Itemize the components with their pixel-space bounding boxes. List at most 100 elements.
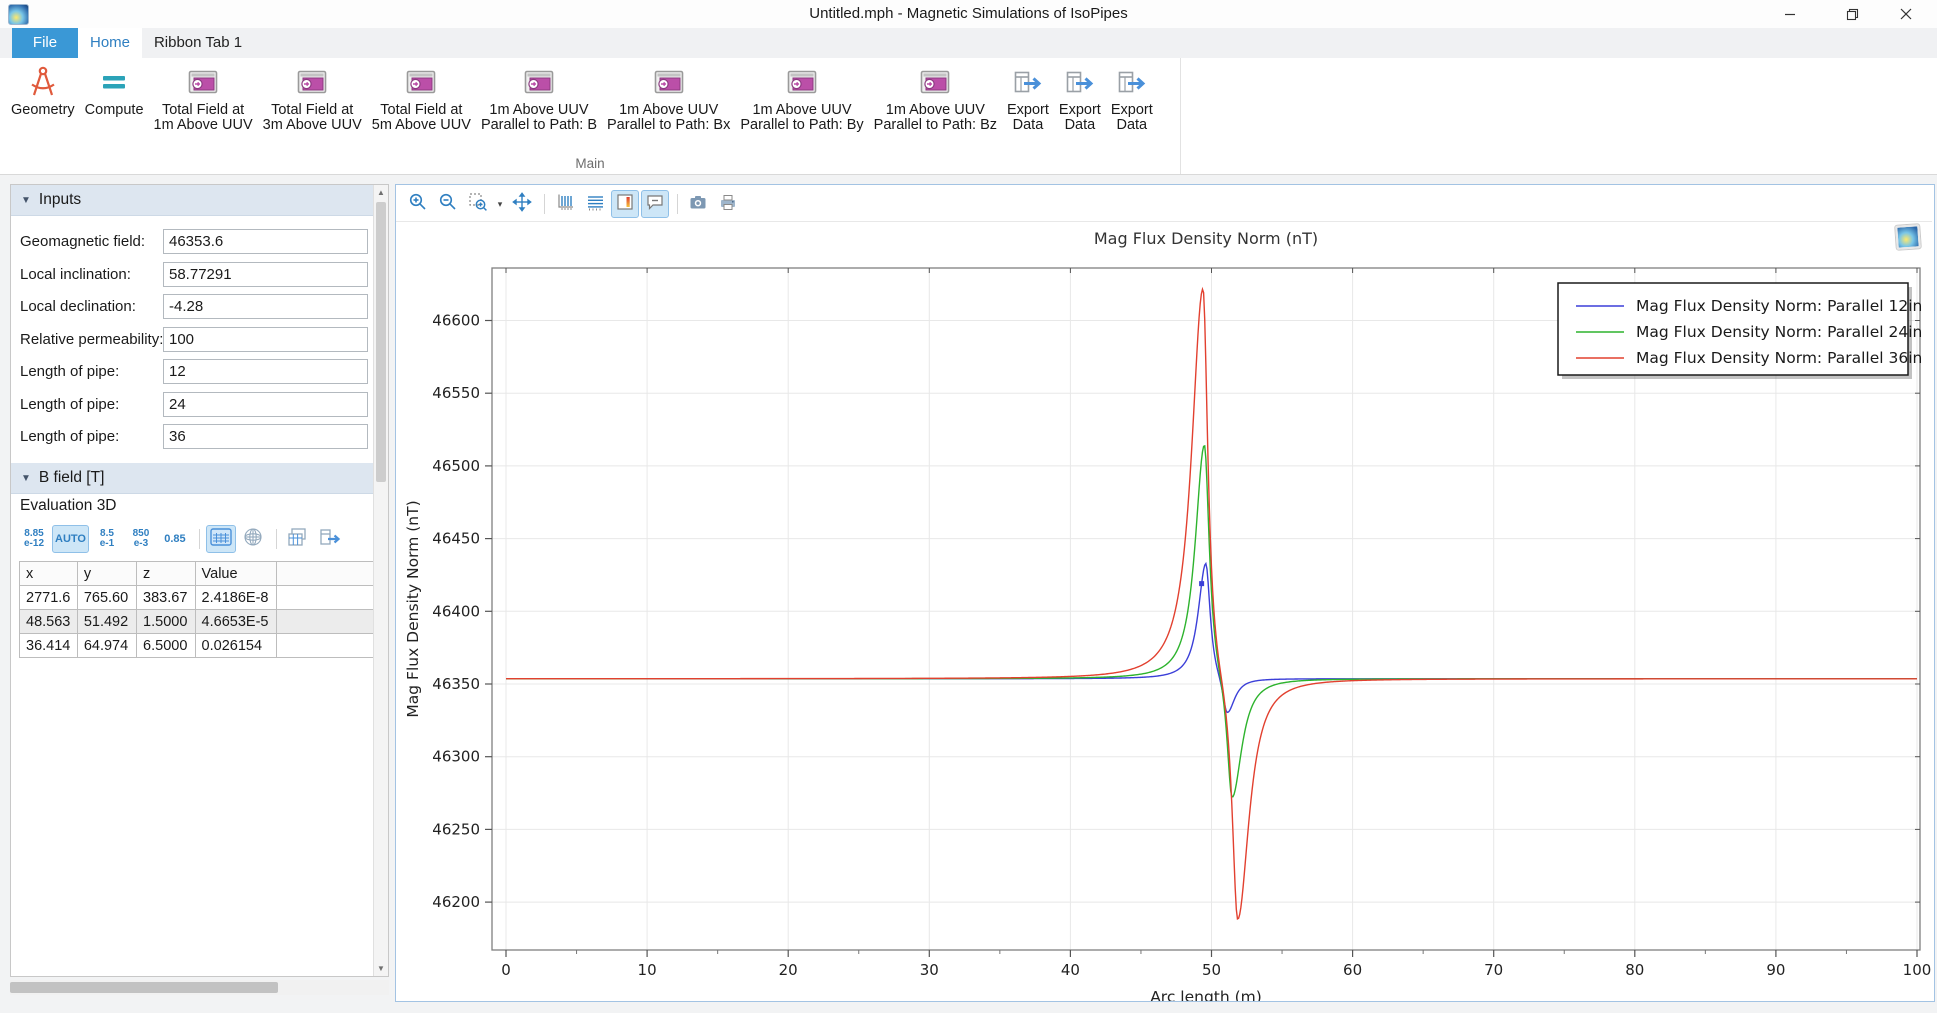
- plot-window-icon: [404, 64, 438, 100]
- ribbon-tab-bar: File Home Ribbon Tab 1: [0, 28, 1937, 58]
- y-tick-label: 46200: [432, 893, 480, 911]
- tab-file[interactable]: File: [12, 28, 78, 58]
- form-row: Length of pipe:: [11, 424, 374, 451]
- equals-icon: [97, 64, 131, 100]
- total-field-at-3m-above-uuv-button[interactable]: Total Field at 3m Above UUV: [259, 62, 366, 135]
- local-declination-input-2[interactable]: [163, 294, 368, 319]
- total-field-at-5m-above-uuv-button[interactable]: Total Field at 5m Above UUV: [368, 62, 475, 135]
- legend-toggle-button[interactable]: [611, 190, 639, 218]
- ribbon-button-label: Total Field at 5m Above UUV: [372, 103, 471, 133]
- minimize-button[interactable]: [1767, 0, 1813, 28]
- export-table-small-button[interactable]: [315, 525, 345, 553]
- copy-table-button[interactable]: [283, 525, 313, 553]
- table-cell: [277, 610, 388, 634]
- toolbar-separator: [276, 529, 277, 549]
- total-field-at-1m-above-uuv-button[interactable]: Total Field at 1m Above UUV: [150, 62, 257, 135]
- zoom-box-button[interactable]: [464, 190, 492, 218]
- plot-window-icon: [186, 64, 220, 100]
- field-label: Length of pipe:: [20, 428, 119, 445]
- export-data-button[interactable]: Export Data: [1055, 62, 1105, 135]
- length-of-pipe-input-4[interactable]: [163, 359, 368, 384]
- chart-canvas[interactable]: Mag Flux Density Norm (nT)01020304050607…: [396, 222, 1932, 1001]
- zoom-out-button[interactable]: [434, 190, 462, 218]
- precision-8.85-button[interactable]: 8.85e-12: [18, 525, 50, 553]
- copy-table-icon: [287, 527, 309, 552]
- sphere-view-button[interactable]: [238, 525, 268, 553]
- vertical-scrollbar[interactable]: ▲ ▼: [373, 185, 388, 976]
- table-cell[interactable]: 2771.6: [20, 586, 78, 610]
- table-cell[interactable]: 765.60: [77, 586, 136, 610]
- column-header-y[interactable]: y: [77, 562, 136, 586]
- export-data-button[interactable]: Export Data: [1107, 62, 1157, 135]
- precision-850-button[interactable]: 850e-3: [125, 525, 157, 553]
- table-cell[interactable]: 6.5000: [137, 634, 196, 658]
- tooltip-toggle-button[interactable]: [641, 190, 669, 218]
- application-window: Untitled.mph - Magnetic Simulations of I…: [0, 0, 1937, 1013]
- table-cell[interactable]: 51.492: [77, 610, 136, 634]
- precision-auto-button[interactable]: AUTO: [52, 525, 89, 553]
- evaluation-3d-label: Evaluation 3D: [20, 497, 117, 515]
- zoom-in-button[interactable]: [404, 190, 432, 218]
- scrollbar-thumb[interactable]: [10, 982, 278, 993]
- table-cell[interactable]: 64.974: [77, 634, 136, 658]
- bfield-section-header[interactable]: ▼ B field [T]: [11, 463, 374, 494]
- table-cell[interactable]: 383.67: [137, 586, 196, 610]
- scroll-down-icon[interactable]: ▼: [374, 961, 388, 976]
- 1m-above-uuv-parallel-to-path-bz-button[interactable]: 1m Above UUV Parallel to Path: Bz: [870, 62, 1001, 135]
- export-data-button[interactable]: Export Data: [1003, 62, 1053, 135]
- 1m-above-uuv-parallel-to-path-b-button[interactable]: 1m Above UUV Parallel to Path: B: [477, 62, 601, 135]
- x-tick-label: 0: [501, 961, 511, 979]
- x-tick-label: 70: [1484, 961, 1503, 979]
- 1m-above-uuv-parallel-to-path-bx-button[interactable]: 1m Above UUV Parallel to Path: Bx: [603, 62, 734, 135]
- inputs-section-header[interactable]: ▼ Inputs: [11, 185, 374, 216]
- tab-ribbon-tab-1[interactable]: Ribbon Tab 1: [142, 28, 254, 58]
- close-button[interactable]: [1883, 0, 1929, 28]
- table-header-row: xyzValue: [20, 562, 388, 586]
- scroll-up-icon[interactable]: ▲: [374, 185, 388, 200]
- table-cell[interactable]: 1.5000: [137, 610, 196, 634]
- zoom-extents-button[interactable]: [508, 190, 536, 218]
- dropdown-caret-icon[interactable]: ▾: [494, 191, 506, 217]
- tab-home[interactable]: Home: [78, 28, 142, 58]
- toolbar-separator: [677, 194, 678, 214]
- maximize-restore-button[interactable]: [1829, 0, 1875, 28]
- table-view-button[interactable]: [206, 525, 236, 553]
- precision-0.85-button[interactable]: 0.85: [159, 525, 191, 553]
- y-tick-label: 46300: [432, 748, 480, 766]
- ribbon-button-label: Geometry: [11, 103, 75, 118]
- length-of-pipe-input-5[interactable]: [163, 392, 368, 417]
- length-of-pipe-input-6[interactable]: [163, 424, 368, 449]
- table-row[interactable]: 2771.6765.60383.672.4186E-8: [20, 586, 388, 610]
- zoom-out-icon: [438, 192, 458, 217]
- column-header-Value[interactable]: Value: [195, 562, 277, 586]
- camera-button[interactable]: [684, 190, 712, 218]
- legend-entry-label: Mag Flux Density Norm: Parallel 12in: [1636, 297, 1922, 315]
- column-header-z[interactable]: z: [137, 562, 196, 586]
- grid-lines-icon: [585, 192, 605, 217]
- results-table: xyzValue2771.6765.60383.672.4186E-848.56…: [19, 561, 388, 658]
- print-button[interactable]: [714, 190, 742, 218]
- collapse-arrow-icon: ▼: [21, 473, 31, 484]
- table-cell[interactable]: 0.026154: [195, 634, 277, 658]
- 1m-above-uuv-parallel-to-path-by-button[interactable]: 1m Above UUV Parallel to Path: By: [736, 62, 867, 135]
- grid-lines-button[interactable]: [581, 190, 609, 218]
- table-cell[interactable]: 2.4186E-8: [195, 586, 277, 610]
- scrollbar-thumb[interactable]: [376, 202, 386, 482]
- precision-8.5-button[interactable]: 8.5e-1: [91, 525, 123, 553]
- geomagnetic-field-input-0[interactable]: [163, 229, 368, 254]
- table-row[interactable]: 48.56351.4921.50004.6653E-5: [20, 610, 388, 634]
- table-cell[interactable]: 48.563: [20, 610, 78, 634]
- table-view-icon: [210, 528, 232, 551]
- column-header-x[interactable]: x: [20, 562, 78, 586]
- table-row[interactable]: 36.41464.9746.50000.026154: [20, 634, 388, 658]
- zoom-in-icon: [408, 192, 428, 217]
- compute-button[interactable]: Compute: [81, 62, 148, 120]
- axis-lines-button[interactable]: [551, 190, 579, 218]
- local-inclination-input-1[interactable]: [163, 262, 368, 287]
- table-cell[interactable]: 36.414: [20, 634, 78, 658]
- horizontal-scrollbar[interactable]: [10, 980, 389, 995]
- geometry-button[interactable]: Geometry: [7, 62, 79, 120]
- relative-permeability-input-3[interactable]: [163, 327, 368, 352]
- legend-entry-label: Mag Flux Density Norm: Parallel 36in: [1636, 349, 1922, 367]
- table-cell[interactable]: 4.6653E-5: [195, 610, 277, 634]
